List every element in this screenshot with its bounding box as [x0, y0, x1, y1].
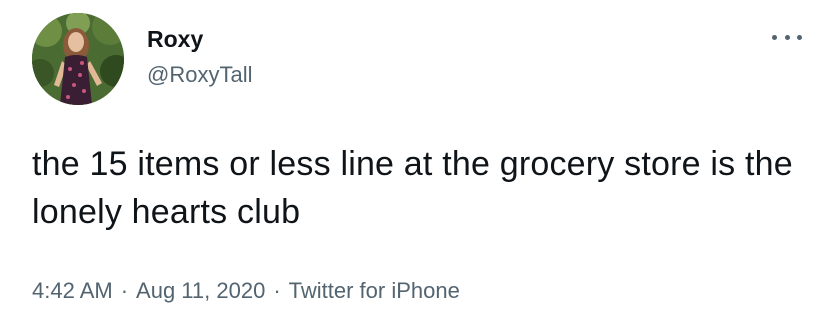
- more-dot: [772, 34, 777, 40]
- tweet-header: Roxy @RoxyTall: [147, 24, 252, 90]
- user-handle[interactable]: @RoxyTall: [147, 60, 252, 90]
- display-name[interactable]: Roxy: [147, 24, 252, 54]
- more-options-icon[interactable]: [772, 30, 802, 44]
- avatar[interactable]: [32, 13, 124, 105]
- tweet-time[interactable]: 4:42 AM: [32, 278, 113, 303]
- meta-separator: ·: [273, 278, 281, 303]
- more-dot: [797, 34, 802, 40]
- tweet-card: Roxy @RoxyTall the 15 items or less line…: [0, 0, 828, 318]
- tweet-source[interactable]: Twitter for iPhone: [289, 278, 460, 303]
- more-dot: [784, 34, 790, 40]
- tweet-date[interactable]: Aug 11, 2020: [136, 278, 265, 303]
- profile-photo-image: [32, 13, 124, 105]
- tweet-text: the 15 items or less line at the grocery…: [32, 145, 793, 231]
- meta-separator: ·: [120, 278, 129, 303]
- tweet-metadata: 4:42 AM · Aug 11, 2020 · Twitter for iPhone: [32, 276, 460, 306]
